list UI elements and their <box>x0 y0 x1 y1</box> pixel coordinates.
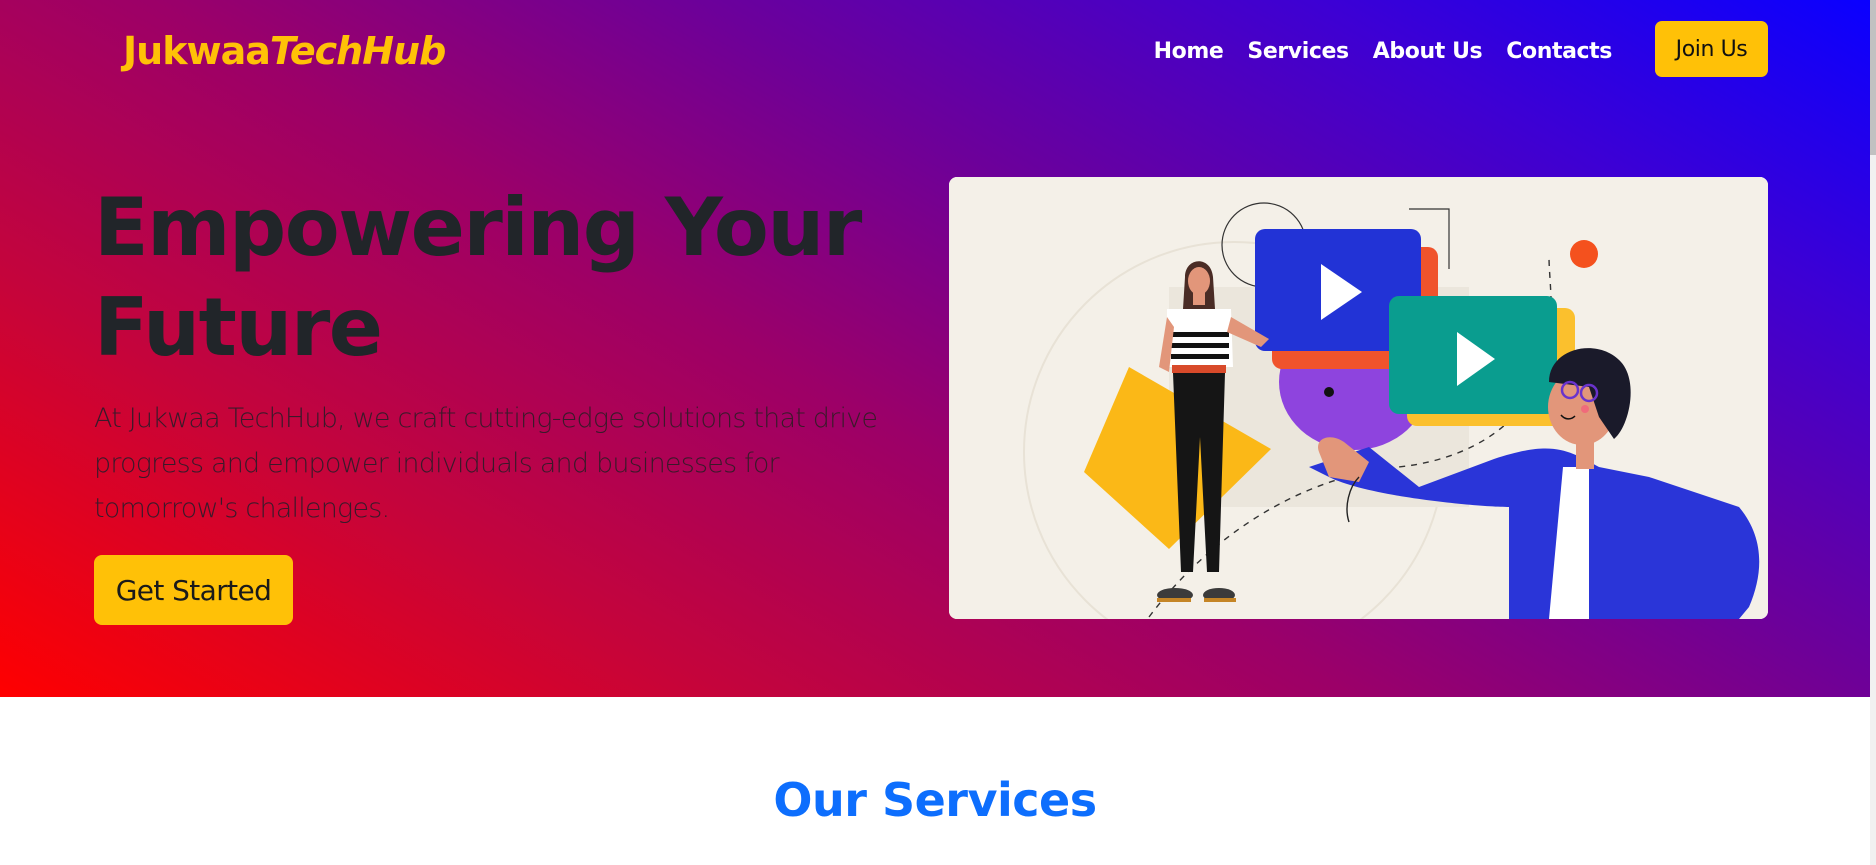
brand-logo[interactable]: JukwaaTechHub <box>123 26 446 76</box>
brand-name-part1: Jukwaa <box>123 29 271 73</box>
main-nav: Home Services About Us Contacts <box>1154 28 1613 74</box>
nav-link-services[interactable]: Services <box>1247 39 1349 64</box>
nav-link-contacts[interactable]: Contacts <box>1506 39 1612 64</box>
services-section-title: Our Services <box>773 773 1097 827</box>
nav-link-about-us[interactable]: About Us <box>1373 39 1483 64</box>
illustration-graphic <box>949 177 1768 619</box>
hero-illustration <box>949 177 1768 619</box>
hero-title-line2: Future <box>94 281 383 374</box>
hero-section: JukwaaTechHub Home Services About Us Con… <box>0 0 1870 697</box>
orange-dot <box>1570 240 1598 268</box>
brand-name-part2: TechHub <box>269 29 446 73</box>
nav-link-home[interactable]: Home <box>1154 39 1224 64</box>
hero-title-line1: Empowering Your <box>94 181 862 274</box>
hero-description: At Jukwaa TechHub, we craft cutting-edge… <box>94 403 878 524</box>
get-started-button[interactable]: Get Started <box>94 555 293 625</box>
scrollbar-thumb[interactable] <box>1870 0 1876 155</box>
join-us-button[interactable]: Join Us <box>1655 21 1768 77</box>
hero-title: Empowering Your Future <box>94 178 914 378</box>
